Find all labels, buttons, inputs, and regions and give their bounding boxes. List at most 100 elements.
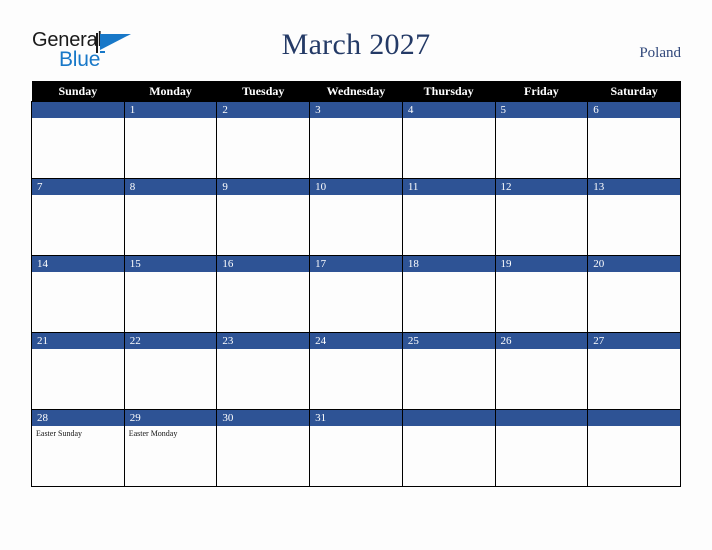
day-number	[588, 410, 680, 426]
day-number: 3	[310, 102, 402, 118]
holiday-label: Easter Sunday	[36, 429, 82, 438]
day-events	[496, 349, 588, 351]
day-number: 21	[32, 333, 124, 349]
day-number	[402, 410, 495, 426]
calendar-day-cell[interactable]: 9	[216, 178, 311, 256]
day-number: 2	[217, 102, 310, 118]
day-events	[217, 272, 309, 274]
day-events	[217, 118, 309, 120]
day-events: Easter Monday	[125, 426, 217, 439]
day-events	[588, 272, 680, 274]
calendar-day-cell[interactable]: 5	[494, 101, 589, 179]
day-events	[32, 349, 124, 351]
weekday-header-tuesday: Tuesday	[216, 81, 310, 102]
day-events	[496, 118, 588, 120]
calendar-week-row: 14 15 16 17 18 19 20	[31, 255, 681, 333]
day-events	[310, 195, 402, 197]
calendar-day-cell[interactable]: 28 Easter Sunday	[31, 409, 125, 487]
day-number: 22	[124, 333, 217, 349]
day-events	[403, 349, 495, 351]
calendar-day-cell[interactable]: 19	[494, 255, 589, 333]
calendar-day-cell[interactable]: 23	[216, 332, 311, 410]
calendar-day-cell[interactable]: 10	[309, 178, 403, 256]
day-number	[495, 410, 588, 426]
weekday-header-wednesday: Wednesday	[309, 81, 403, 102]
day-events	[496, 272, 588, 274]
day-events	[588, 118, 680, 120]
calendar-day-cell[interactable]: 30	[216, 409, 311, 487]
calendar-day-cell[interactable]: 3	[309, 101, 403, 179]
calendar-day-cell[interactable]: 31	[309, 409, 403, 487]
day-events	[310, 272, 402, 274]
day-events	[32, 272, 124, 274]
calendar-day-cell[interactable]: 26	[494, 332, 589, 410]
calendar-day-cell[interactable]: 14	[31, 255, 125, 333]
day-events	[217, 195, 309, 197]
calendar-day-cell[interactable]: 18	[401, 255, 496, 333]
day-events	[217, 349, 309, 351]
calendar-header-row: Sunday Monday Tuesday Wednesday Thursday…	[31, 81, 681, 102]
calendar-day-cell[interactable]: 29 Easter Monday	[123, 409, 218, 487]
page-title: March 2027	[281, 28, 431, 61]
calendar-day-cell[interactable]: 8	[123, 178, 218, 256]
calendar-day-cell[interactable]: 21	[31, 332, 125, 410]
calendar-day-cell[interactable]: 1	[123, 101, 218, 179]
day-events	[32, 118, 124, 120]
day-number: 29	[124, 410, 217, 426]
day-number	[32, 102, 124, 118]
calendar-day-cell[interactable]: 6	[587, 101, 681, 179]
day-number: 11	[402, 179, 495, 195]
calendar-day-cell[interactable]: 11	[401, 178, 496, 256]
day-events	[125, 118, 217, 120]
calendar-day-cell[interactable]: 13	[587, 178, 681, 256]
holiday-label: Easter Monday	[128, 429, 178, 438]
day-number: 26	[495, 333, 588, 349]
weekday-header-monday: Monday	[124, 81, 217, 102]
day-events	[403, 272, 495, 274]
calendar-day-cell[interactable]: 7	[31, 178, 125, 256]
calendar-day-cell[interactable]: 15	[123, 255, 218, 333]
day-number: 15	[124, 256, 217, 272]
day-number: 5	[495, 102, 588, 118]
calendar-day-cell[interactable]: 2	[216, 101, 311, 179]
day-events	[588, 349, 680, 351]
calendar-body: 1 2 3 4 5 6 7 8 9 10 11 12 13 14 15 16 17 18 19 20 21 22 23 24 2…	[31, 101, 681, 487]
day-events	[588, 426, 680, 428]
day-number: 30	[217, 410, 310, 426]
day-events	[310, 118, 402, 120]
day-number: 23	[217, 333, 310, 349]
calendar-day-cell[interactable]	[587, 409, 681, 487]
day-events	[496, 195, 588, 197]
calendar-day-cell[interactable]	[31, 101, 125, 179]
day-events: Easter Sunday	[32, 426, 124, 439]
calendar-day-cell[interactable]: 20	[587, 255, 681, 333]
calendar-day-cell[interactable]: 27	[587, 332, 681, 410]
day-events	[217, 426, 309, 428]
calendar-day-cell[interactable]	[401, 409, 496, 487]
day-events	[310, 349, 402, 351]
calendar-day-cell[interactable]: 17	[309, 255, 403, 333]
calendar-day-cell[interactable]: 24	[309, 332, 403, 410]
day-number: 25	[402, 333, 495, 349]
day-number: 10	[310, 179, 402, 195]
calendar-day-cell[interactable]	[494, 409, 589, 487]
calendar-day-cell[interactable]: 16	[216, 255, 311, 333]
calendar-day-cell[interactable]: 4	[401, 101, 496, 179]
day-number: 13	[588, 179, 680, 195]
day-events	[403, 118, 495, 120]
day-number: 8	[124, 179, 217, 195]
day-number: 18	[402, 256, 495, 272]
day-number: 7	[32, 179, 124, 195]
day-number: 27	[588, 333, 680, 349]
day-number: 28	[32, 410, 124, 426]
day-number: 6	[588, 102, 680, 118]
weekday-header-row: Sunday Monday Tuesday Wednesday Thursday…	[31, 81, 681, 102]
calendar-day-cell[interactable]: 25	[401, 332, 496, 410]
calendar-grid: Sunday Monday Tuesday Wednesday Thursday…	[31, 81, 681, 487]
country-label: Poland	[639, 45, 681, 61]
day-number: 16	[217, 256, 310, 272]
calendar-day-cell[interactable]: 22	[123, 332, 218, 410]
calendar-day-cell[interactable]: 12	[494, 178, 589, 256]
day-number: 1	[124, 102, 217, 118]
weekday-header-thursday: Thursday	[402, 81, 496, 102]
